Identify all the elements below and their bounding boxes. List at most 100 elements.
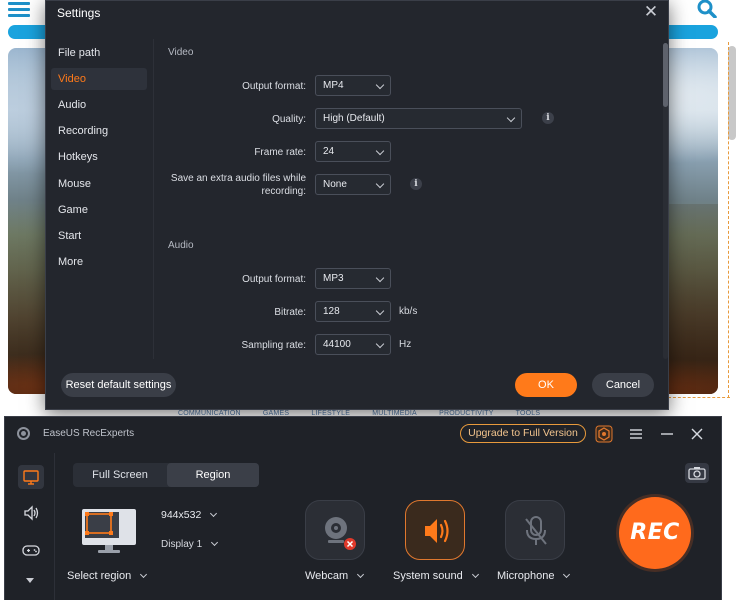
- chevron-down-icon: [140, 570, 148, 579]
- region-monitor-icon[interactable]: [81, 507, 137, 555]
- sidebar-item-recording[interactable]: Recording: [51, 120, 147, 142]
- ok-button[interactable]: OK: [515, 373, 577, 397]
- screenshot-camera-icon[interactable]: [685, 463, 709, 483]
- select-value: 128: [323, 306, 340, 317]
- sidebar-item-audio[interactable]: Audio: [51, 94, 147, 116]
- sidebar-item-hotkeys[interactable]: Hotkeys: [51, 146, 147, 168]
- extra-audio-select[interactable]: None: [315, 174, 391, 195]
- system-sound-dropdown[interactable]: System sound: [393, 570, 479, 582]
- capture-mode-tabs: Full Screen Region: [73, 463, 259, 487]
- extra-audio-info-icon[interactable]: i: [410, 178, 422, 190]
- settings-content: Video Output format: MP4 Quality: High (…: [154, 39, 659, 359]
- chevron-down-icon: [506, 113, 516, 123]
- microphone-muted-icon: [525, 516, 547, 545]
- reset-default-settings-button[interactable]: Reset default settings: [61, 373, 176, 397]
- system-sound-label: System sound: [393, 570, 463, 582]
- tab-region[interactable]: Region: [167, 463, 259, 487]
- section-heading-audio: Audio: [168, 240, 194, 251]
- close-icon[interactable]: [687, 424, 707, 444]
- settings-scrollbar[interactable]: [663, 43, 668, 107]
- recexperts-main-window: EaseUS RecExperts Upgrade to Full Versio…: [4, 416, 722, 600]
- background-page-scrollbar[interactable]: [728, 46, 736, 140]
- audio-output-format-select[interactable]: MP3: [315, 268, 391, 289]
- quality-select[interactable]: High (Default): [315, 108, 522, 129]
- output-format-label: Output format:: [242, 81, 306, 92]
- speaker-icon: [24, 505, 39, 521]
- sidebar-item-start[interactable]: Start: [51, 225, 147, 247]
- chevron-down-icon: [375, 146, 385, 156]
- chevron-down-icon: [375, 273, 385, 283]
- select-value: MP3: [323, 273, 344, 284]
- app-logo-icon: [17, 427, 30, 440]
- webcam-dropdown[interactable]: Webcam: [305, 570, 365, 582]
- tab-full-screen[interactable]: Full Screen: [73, 463, 167, 487]
- sampling-rate-select[interactable]: 44100: [315, 334, 391, 355]
- system-sound-toggle-button[interactable]: [405, 500, 465, 560]
- settings-dialog: Settings ✕ File path Video Audio Recordi…: [45, 0, 669, 410]
- camera-icon: [688, 467, 706, 480]
- sampling-rate-label: Sampling rate:: [241, 340, 306, 351]
- select-value: 24: [323, 146, 335, 157]
- sidebar-item-video[interactable]: Video: [51, 68, 147, 90]
- dialog-title: Settings: [57, 6, 101, 20]
- select-region-label: Select region: [67, 570, 132, 582]
- microphone-dropdown[interactable]: Microphone: [497, 570, 571, 582]
- audio-output-format-label: Output format:: [242, 274, 306, 285]
- gamepad-icon: [22, 545, 40, 556]
- search-icon[interactable]: [696, 0, 718, 18]
- webcam-toggle-button[interactable]: [305, 500, 365, 560]
- upgrade-button[interactable]: Upgrade to Full Version: [460, 424, 586, 443]
- extra-audio-label-line2: recording:: [261, 186, 306, 197]
- chevron-down-icon: [357, 570, 365, 579]
- video-output-format-select[interactable]: MP4: [315, 75, 391, 96]
- settings-gear-icon[interactable]: [594, 424, 614, 444]
- minimize-icon[interactable]: [657, 424, 677, 444]
- sidebar-item-more[interactable]: More: [51, 251, 147, 273]
- chevron-down-icon: [375, 306, 385, 316]
- monitor-icon: [23, 470, 39, 485]
- extra-audio-label-line1: Save an extra audio files while: [170, 173, 306, 184]
- section-heading-video: Video: [168, 47, 194, 58]
- chevron-down-icon: [211, 538, 219, 547]
- quality-label: Quality:: [272, 114, 306, 125]
- chevron-down-icon: [563, 570, 571, 579]
- region-selection-guide: [728, 42, 729, 398]
- extra-audio-label: Save an extra audio files while recording…: [171, 172, 306, 198]
- webcam-label: Webcam: [305, 570, 349, 582]
- menu-icon[interactable]: [626, 424, 646, 444]
- resolution-select[interactable]: 944x532: [161, 509, 218, 521]
- audio-mode-button[interactable]: [18, 501, 44, 525]
- chevron-down-icon: [210, 509, 218, 518]
- chevron-down-icon: [375, 80, 385, 90]
- bitrate-label: Bitrate:: [274, 307, 306, 318]
- speaker-icon: [425, 519, 449, 543]
- sidebar-item-mouse[interactable]: Mouse: [51, 173, 147, 195]
- chevron-down-icon: [471, 570, 479, 579]
- webcam-icon: [325, 517, 356, 550]
- close-icon[interactable]: ✕: [642, 3, 660, 21]
- resolution-value: 944x532: [161, 509, 202, 521]
- region-selection-guide-bottom: [668, 397, 730, 398]
- sidebar-item-file-path[interactable]: File path: [51, 42, 147, 64]
- frame-rate-select[interactable]: 24: [315, 141, 391, 162]
- frame-rate-label: Frame rate:: [254, 147, 306, 158]
- select-value: None: [323, 179, 347, 190]
- display-select[interactable]: Display 1: [161, 538, 219, 550]
- chevron-down-icon: [375, 339, 385, 349]
- mode-rail: [5, 453, 55, 600]
- select-region-dropdown[interactable]: Select region: [67, 570, 148, 582]
- game-mode-button[interactable]: [18, 538, 44, 562]
- screen-mode-button[interactable]: [18, 465, 44, 489]
- more-modes-arrow-icon[interactable]: [26, 578, 34, 583]
- sampling-rate-unit: Hz: [399, 339, 412, 350]
- hamburger-menu-icon[interactable]: [8, 2, 30, 17]
- quality-info-icon[interactable]: i: [542, 112, 554, 124]
- display-value: Display 1: [161, 539, 203, 550]
- microphone-toggle-button[interactable]: [505, 500, 565, 560]
- app-title: EaseUS RecExperts: [43, 428, 135, 439]
- microphone-label: Microphone: [497, 570, 555, 582]
- cancel-button[interactable]: Cancel: [592, 373, 654, 397]
- bitrate-select[interactable]: 128: [315, 301, 391, 322]
- rec-button[interactable]: REC: [619, 497, 691, 569]
- sidebar-item-game[interactable]: Game: [51, 199, 147, 221]
